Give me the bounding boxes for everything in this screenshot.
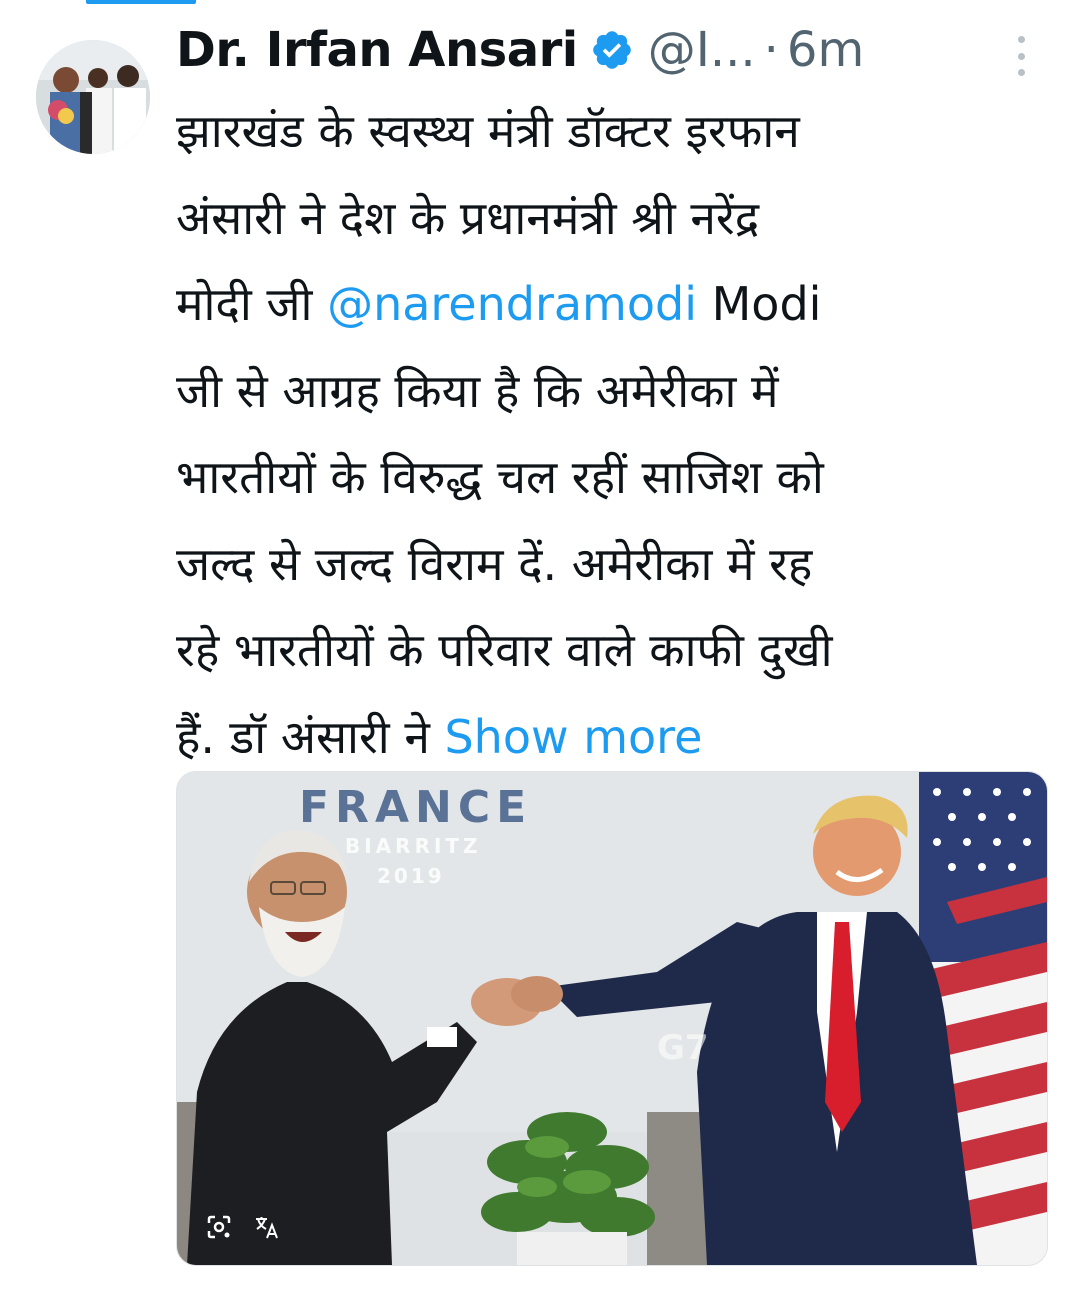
tweet-text-line: अंसारी ने देश के प्रधानमंत्री श्री नरेंद…: [176, 190, 760, 245]
tweet-text-line: जी से आग्रह किया है कि अमेरीका में: [176, 363, 779, 418]
mention-link[interactable]: @narendramodi: [327, 277, 697, 331]
tweet-text-line: रहे भारतीयों के परिवार वाले काफी दुखी: [176, 623, 833, 677]
tweet-text-line: मोदी जी @narendramodi Modi: [176, 261, 1056, 348]
tweet-text-line: झारखंड के स्वस्थ्य मंत्री डॉक्टर इरफान: [176, 104, 800, 158]
avatar[interactable]: [36, 40, 150, 154]
tweet-timestamp[interactable]: 6m: [787, 22, 864, 78]
tweet-text-line: हैं. डॉ अंसारी ने Show more: [176, 694, 1056, 781]
verified-badge-icon: [590, 28, 634, 72]
avatar-photo: [36, 40, 150, 154]
tweet-text-line: जल्द से जल्द विराम दें. अमेरीका में रह: [176, 536, 813, 591]
backdrop-subtext: BIARRITZ: [345, 834, 482, 858]
google-lens-icon[interactable]: [205, 1213, 233, 1241]
author-name[interactable]: Dr. Irfan Ansari: [176, 22, 578, 78]
podium-logo-text: G7: [657, 1028, 709, 1068]
backdrop-text: FRANCE: [299, 782, 533, 833]
separator-dot: ·: [763, 22, 779, 78]
tweet-header: Dr. Irfan Ansari @I... · 6m: [176, 18, 864, 82]
top-indicator-bar: [86, 0, 196, 4]
tweet-text: झारखंड के स्वस्थ्य मंत्री डॉक्टर इरफान अ…: [176, 88, 1056, 780]
more-vertical-icon[interactable]: [1014, 36, 1028, 76]
show-more-link[interactable]: Show more: [444, 710, 702, 764]
media-photo: [177, 772, 1047, 1265]
tweet-text-line: भारतीयों के विरुद्ध चल रहीं साजिश को: [176, 450, 824, 504]
translate-icon[interactable]: [253, 1213, 281, 1241]
tweet-media-image[interactable]: FRANCE BIARRITZ 2019 G7: [176, 771, 1048, 1266]
tweet-text-segment: मोदी जी: [176, 277, 328, 331]
tweet-text-segment: हैं. डॉ अंसारी ने: [176, 709, 445, 764]
author-handle[interactable]: @I...: [648, 22, 756, 78]
tweet-text-segment: Modi: [697, 277, 822, 331]
media-overlay-icons: [205, 1213, 281, 1241]
backdrop-year: 2019: [377, 864, 445, 888]
